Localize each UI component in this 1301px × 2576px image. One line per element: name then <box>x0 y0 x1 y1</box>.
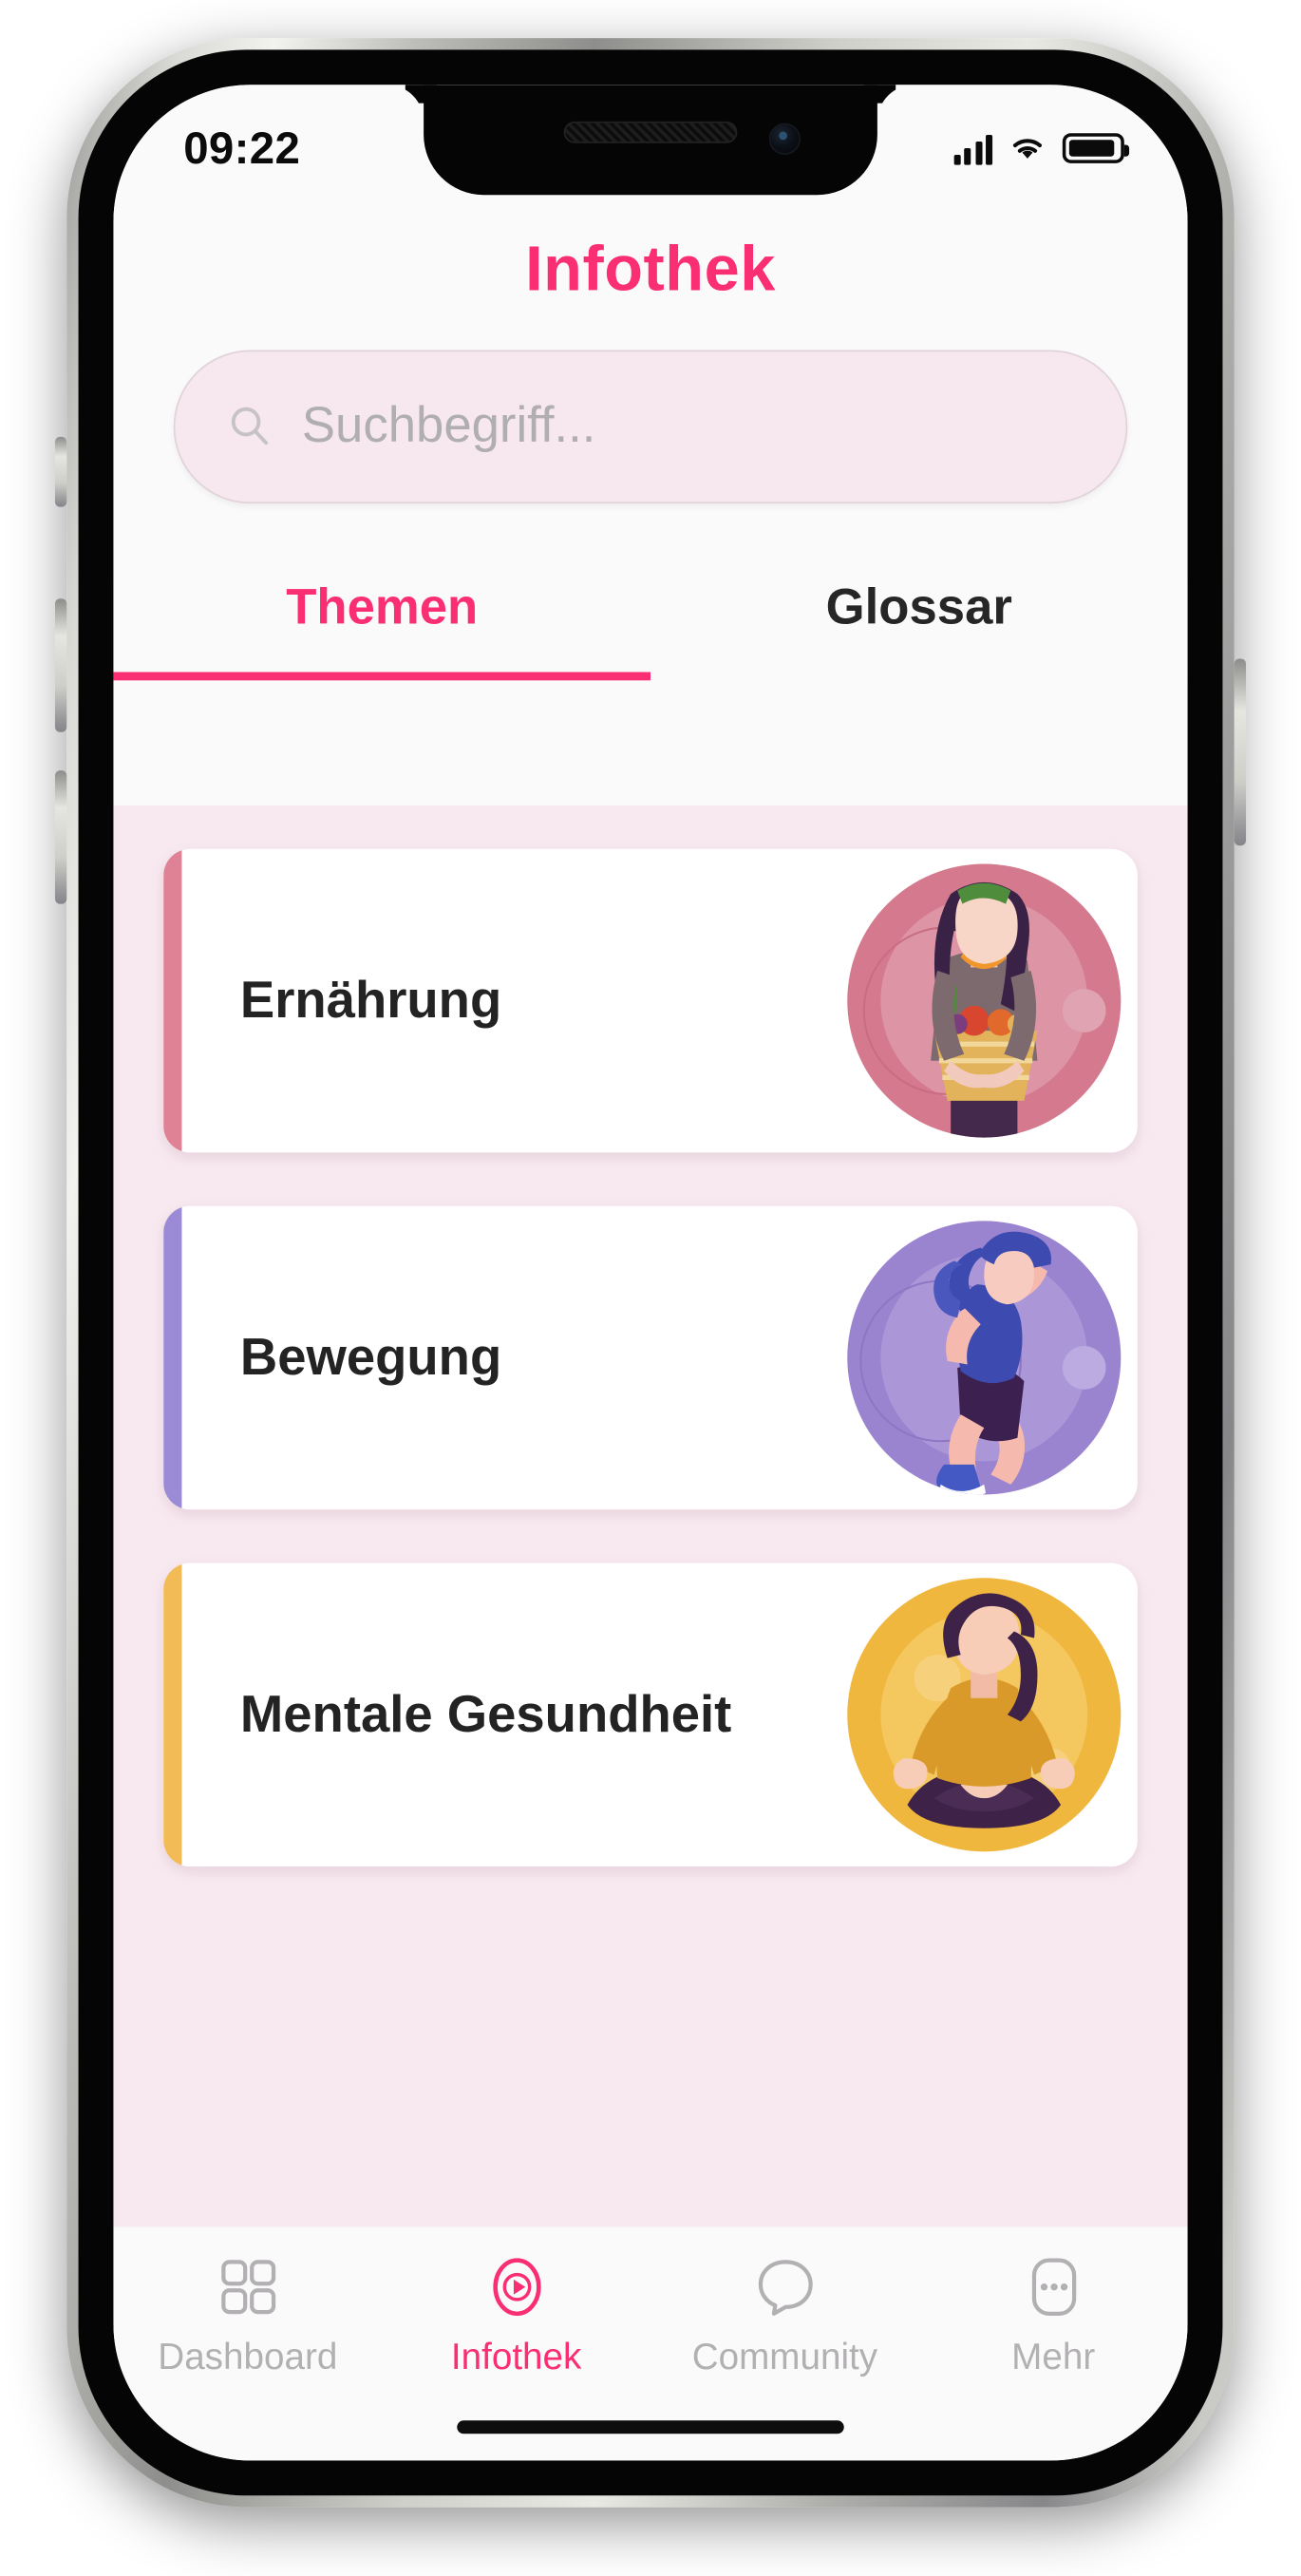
card-accent-bar <box>163 1563 182 1867</box>
tab-glossar[interactable]: Glossar <box>650 580 1188 680</box>
earpiece-speaker-icon <box>563 122 738 144</box>
nav-item-mehr[interactable]: Mehr <box>919 2254 1188 2379</box>
home-indicator[interactable] <box>457 2420 844 2434</box>
topic-list: Ernährung Bewegung Mentale Gesundheit <box>113 805 1188 2227</box>
device-frame: 09:22 Infothek Suchbegriff... Themen Glo… <box>66 38 1235 2508</box>
more-dots-icon <box>1020 2254 1086 2320</box>
silent-switch-button[interactable] <box>54 437 67 507</box>
nav-item-dashboard[interactable]: Dashboard <box>113 2254 382 2379</box>
woman-meditating-lotus-illustration <box>840 1572 1127 1859</box>
phone-screen: 09:22 Infothek Suchbegriff... Themen Glo… <box>113 85 1188 2461</box>
nav-item-community[interactable]: Community <box>650 2254 919 2379</box>
nav-label: Dashboard <box>158 2336 338 2377</box>
volume-up-button[interactable] <box>54 598 67 733</box>
topic-card-ernaehrung[interactable]: Ernährung <box>163 849 1138 1153</box>
volume-down-button[interactable] <box>54 770 67 905</box>
woman-running-illustration <box>840 1215 1127 1502</box>
topic-card-mentale-gesundheit[interactable]: Mentale Gesundheit <box>163 1563 1138 1867</box>
card-accent-bar <box>163 1205 182 1510</box>
woman-holding-vegetable-basket-illustration <box>840 858 1127 1145</box>
tab-themen[interactable]: Themen <box>113 580 650 681</box>
grid-squares-icon <box>215 2254 281 2320</box>
card-accent-bar <box>163 849 182 1153</box>
topic-card-title: Ernährung <box>239 971 502 1030</box>
battery-icon <box>1062 133 1130 164</box>
wifi-icon <box>1008 134 1047 164</box>
speech-bubble-icon <box>751 2254 818 2320</box>
topic-card-bewegung[interactable]: Bewegung <box>163 1205 1138 1510</box>
cellular-signal-icon <box>952 133 993 165</box>
search-input[interactable]: Suchbegriff... <box>173 350 1128 504</box>
page-title: Infothek <box>525 235 776 306</box>
topic-card-title: Mentale Gesundheit <box>239 1685 732 1744</box>
nav-label: Community <box>691 2336 878 2377</box>
nav-label: Mehr <box>1011 2336 1096 2377</box>
status-time: 09:22 <box>183 123 301 173</box>
display-notch <box>424 85 877 196</box>
status-icons <box>952 116 1130 165</box>
nav-label: Infothek <box>450 2336 582 2377</box>
search-icon <box>225 402 275 452</box>
device-bezel: 09:22 Infothek Suchbegriff... Themen Glo… <box>78 49 1223 2496</box>
front-camera-icon <box>768 123 801 156</box>
tab-bar: Themen Glossar <box>113 580 1188 681</box>
topic-card-title: Bewegung <box>239 1328 502 1387</box>
nav-item-infothek[interactable]: Infothek <box>382 2254 650 2379</box>
search-placeholder: Suchbegriff... <box>301 398 596 454</box>
screenshot-root: 09:22 Infothek Suchbegriff... Themen Glo… <box>0 0 1301 2576</box>
play-circle-icon <box>482 2254 549 2320</box>
power-button[interactable] <box>1234 658 1247 846</box>
phone-mockup: 09:22 Infothek Suchbegriff... Themen Glo… <box>0 11 1247 2514</box>
